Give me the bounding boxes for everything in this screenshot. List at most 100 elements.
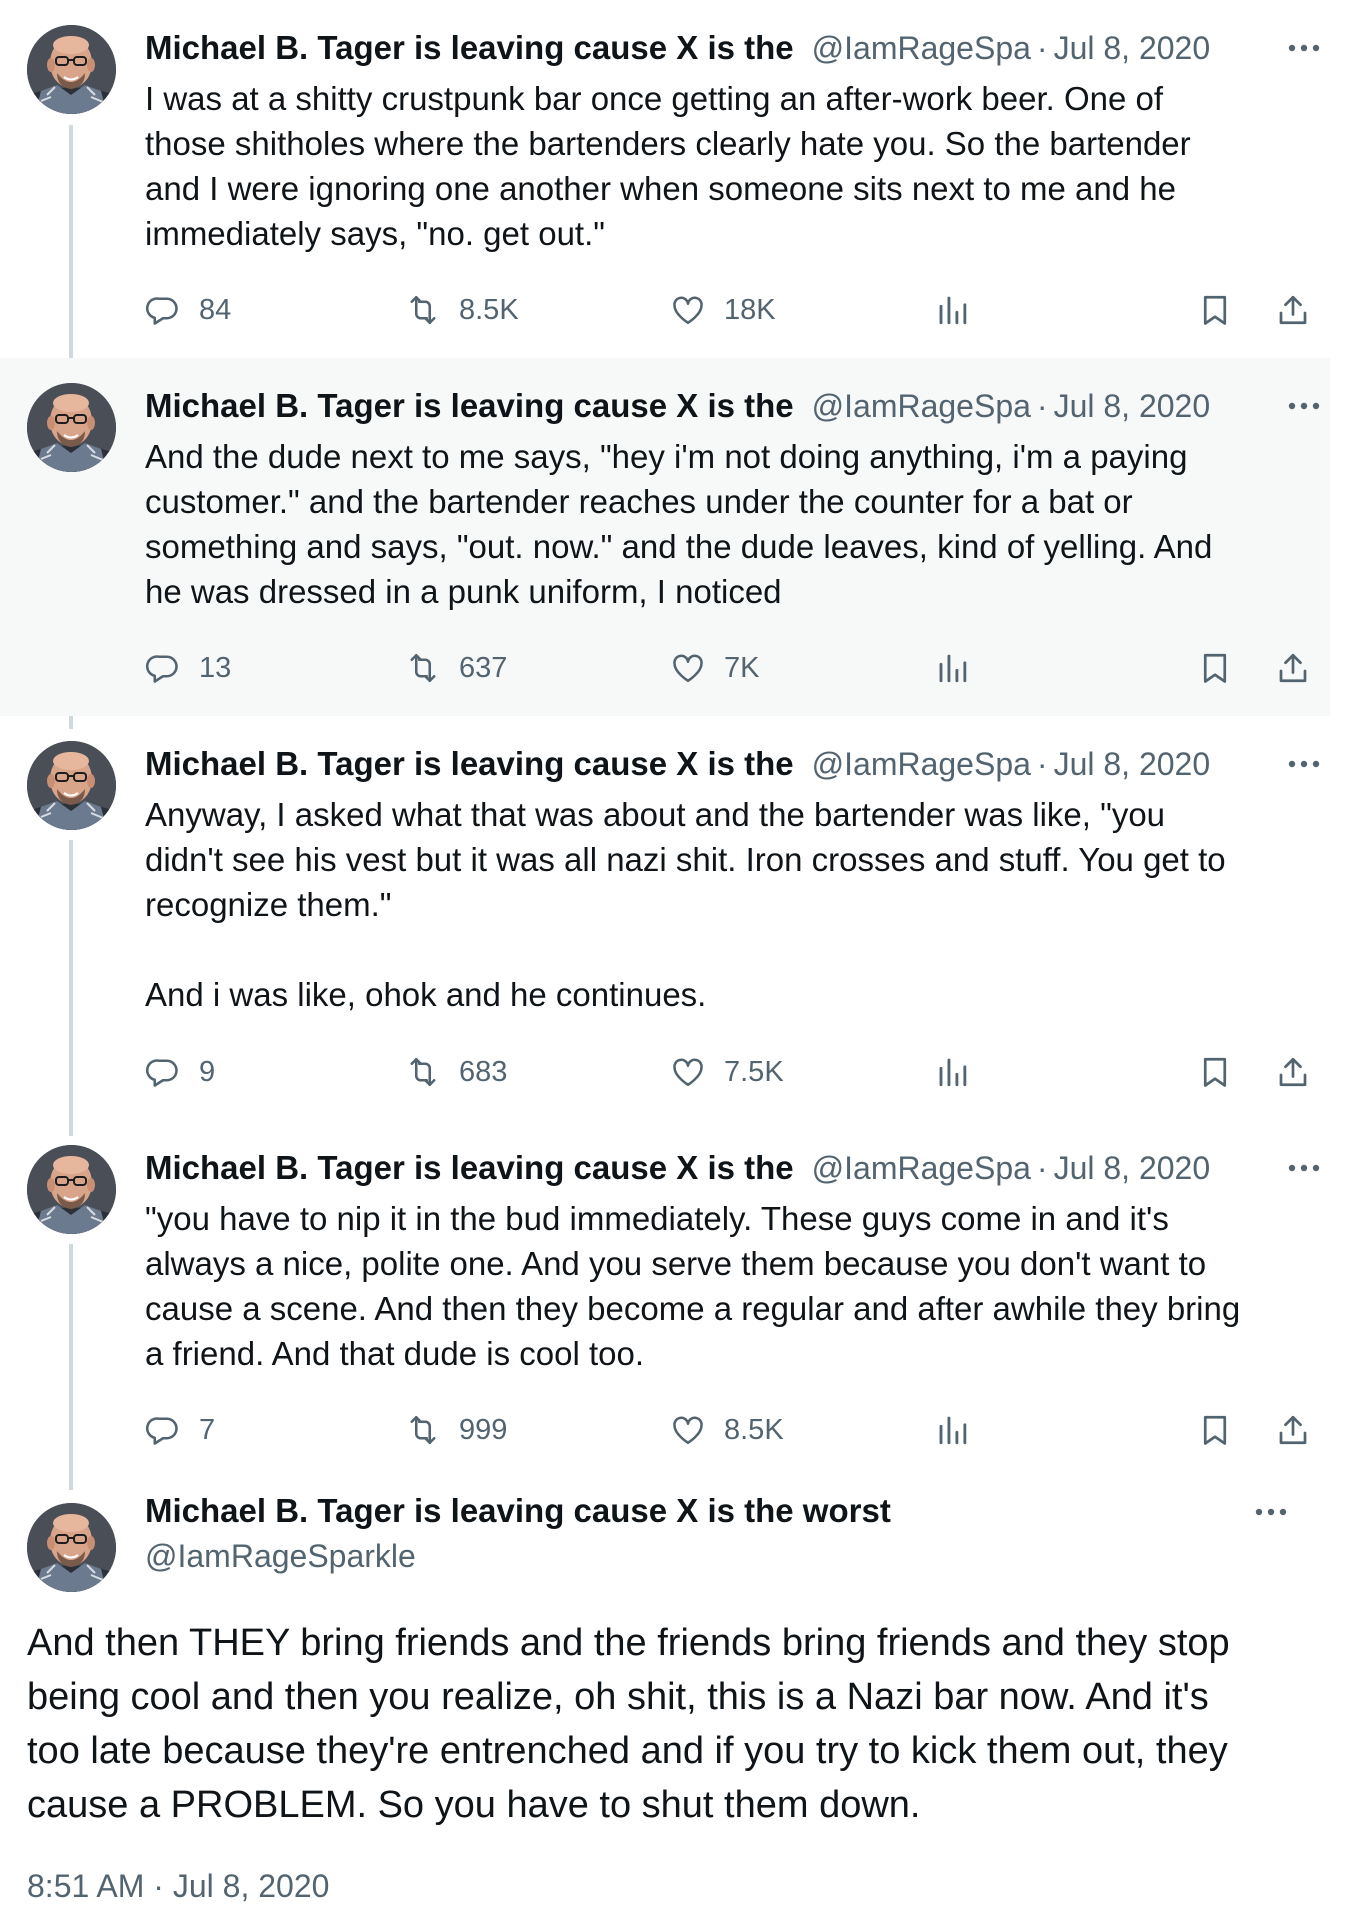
author-name[interactable]: Michael B. Tager is leaving cause X is t…: [145, 29, 794, 67]
share-button[interactable]: [1275, 288, 1311, 332]
author-handle[interactable]: @IamRageSpa: [812, 30, 1031, 67]
repost-count: 637: [459, 651, 508, 684]
author-name[interactable]: Michael B. Tager is leaving cause X is t…: [145, 387, 794, 425]
share-icon: [1275, 650, 1311, 686]
avatar[interactable]: [27, 25, 116, 114]
tweet-actions: 84 8.5K 18K: [145, 288, 1320, 332]
reply-icon: [145, 1412, 181, 1448]
tweet-header: Michael B. Tager is leaving cause X is t…: [145, 384, 1330, 428]
tweet-header: Michael B. Tager is leaving cause X is t…: [145, 26, 1330, 70]
reply-count: 7: [199, 1413, 216, 1446]
repost-count: 8.5K: [459, 293, 519, 326]
views-button[interactable]: [935, 646, 971, 690]
repost-button[interactable]: 637: [405, 646, 507, 690]
more-icon[interactable]: [1278, 1146, 1330, 1190]
repost-button[interactable]: 999: [405, 1408, 507, 1452]
main-tweet-text: And then THEY bring friends and the frie…: [27, 1622, 1230, 1826]
repost-icon: [405, 292, 441, 328]
repost-icon: [405, 1412, 441, 1448]
share-button[interactable]: [1275, 1408, 1311, 1452]
reply-count: 13: [199, 651, 232, 684]
more-icon[interactable]: [1278, 26, 1330, 70]
more-icon[interactable]: [1278, 742, 1330, 786]
tweet-text: And the dude next to me says, "hey i'm n…: [145, 438, 1213, 610]
avatar[interactable]: [27, 1503, 116, 1592]
like-count: 7.5K: [724, 1055, 784, 1088]
avatar[interactable]: [27, 1145, 116, 1234]
heart-icon: [670, 1412, 706, 1448]
reply-button[interactable]: 9: [145, 1050, 215, 1094]
repost-icon: [405, 650, 441, 686]
share-icon: [1275, 1412, 1311, 1448]
heart-icon: [670, 650, 706, 686]
tweet-actions: 9 683 7.5K: [145, 1050, 1320, 1094]
tweet-date[interactable]: Jul 8, 2020: [1054, 30, 1211, 67]
author-handle[interactable]: @IamRageSparkle: [145, 1538, 416, 1575]
author-handle[interactable]: @IamRageSpa: [812, 388, 1031, 425]
more-icon[interactable]: [1278, 384, 1330, 428]
author-handle[interactable]: @IamRageSpa: [812, 746, 1031, 783]
views-button[interactable]: [935, 1408, 971, 1452]
reply-button[interactable]: 84: [145, 288, 231, 332]
views-button[interactable]: [935, 288, 971, 332]
views-button[interactable]: [935, 1050, 971, 1094]
share-button[interactable]: [1275, 646, 1311, 690]
bookmark-icon: [1197, 292, 1233, 328]
tweet-date[interactable]: Jul 8, 2020: [1054, 388, 1211, 425]
tweet-actions: 7 999 8.5K: [145, 1408, 1320, 1452]
tweet-header: Michael B. Tager is leaving cause X is t…: [145, 742, 1330, 786]
tweet-date[interactable]: Jul 8, 2020: [1054, 1150, 1211, 1187]
bookmark-button[interactable]: [1197, 1408, 1233, 1452]
thread-tweet[interactable]: Michael B. Tager is leaving cause X is t…: [0, 716, 1330, 1121]
share-icon: [1275, 1054, 1311, 1090]
thread-tweet[interactable]: Michael B. Tager is leaving cause X is t…: [0, 0, 1330, 358]
like-count: 18K: [724, 293, 776, 326]
separator-dot: ·: [1036, 387, 1048, 424]
thread-tweet[interactable]: Michael B. Tager is leaving cause X is t…: [0, 358, 1330, 716]
views-icon: [935, 292, 971, 328]
repost-button[interactable]: 683: [405, 1050, 507, 1094]
tweet-text: "you have to nip it in the bud immediate…: [145, 1200, 1241, 1372]
like-button[interactable]: 18K: [670, 288, 776, 332]
avatar[interactable]: [27, 741, 116, 830]
like-count: 7K: [724, 651, 760, 684]
separator-dot: ·: [1036, 29, 1048, 66]
reply-icon: [145, 650, 181, 686]
views-icon: [935, 1412, 971, 1448]
author-handle[interactable]: @IamRageSpa: [812, 1150, 1031, 1187]
repost-icon: [405, 1054, 441, 1090]
bookmark-icon: [1197, 1054, 1233, 1090]
repost-count: 683: [459, 1055, 508, 1088]
more-icon[interactable]: [1245, 1490, 1297, 1534]
author-name[interactable]: Michael B. Tager is leaving cause X is t…: [145, 745, 794, 783]
heart-icon: [670, 1054, 706, 1090]
tweet-actions: 13 637 7K: [145, 646, 1320, 690]
bookmark-button[interactable]: [1197, 646, 1233, 690]
like-button[interactable]: 8.5K: [670, 1408, 784, 1452]
tweet-timestamp[interactable]: 8:51 AM · Jul 8, 2020: [27, 1868, 329, 1905]
tweet-date[interactable]: Jul 8, 2020: [1054, 746, 1211, 783]
reply-icon: [145, 1054, 181, 1090]
repost-button[interactable]: 8.5K: [405, 288, 519, 332]
share-button[interactable]: [1275, 1050, 1311, 1094]
views-icon: [935, 1054, 971, 1090]
tweet-header: Michael B. Tager is leaving cause X is t…: [145, 1146, 1330, 1190]
author-name[interactable]: Michael B. Tager is leaving cause X is t…: [145, 1149, 794, 1187]
avatar[interactable]: [27, 383, 116, 472]
tweet-text: I was at a shitty crustpunk bar once get…: [145, 80, 1191, 252]
bookmark-button[interactable]: [1197, 1050, 1233, 1094]
reply-count: 84: [199, 293, 232, 326]
reply-button[interactable]: 13: [145, 646, 231, 690]
thread-view: Michael B. Tager is leaving cause X is t…: [0, 0, 1363, 1920]
reply-icon: [145, 292, 181, 328]
tweet-text: Anyway, I asked what that was about and …: [145, 796, 1226, 1013]
reply-button[interactable]: 7: [145, 1408, 215, 1452]
heart-icon: [670, 292, 706, 328]
like-button[interactable]: 7K: [670, 646, 759, 690]
like-count: 8.5K: [724, 1413, 784, 1446]
bookmark-icon: [1197, 650, 1233, 686]
author-name[interactable]: Michael B. Tager is leaving cause X is t…: [145, 1492, 891, 1530]
bookmark-button[interactable]: [1197, 288, 1233, 332]
thread-tweet[interactable]: Michael B. Tager is leaving cause X is t…: [0, 1120, 1330, 1478]
like-button[interactable]: 7.5K: [670, 1050, 784, 1094]
